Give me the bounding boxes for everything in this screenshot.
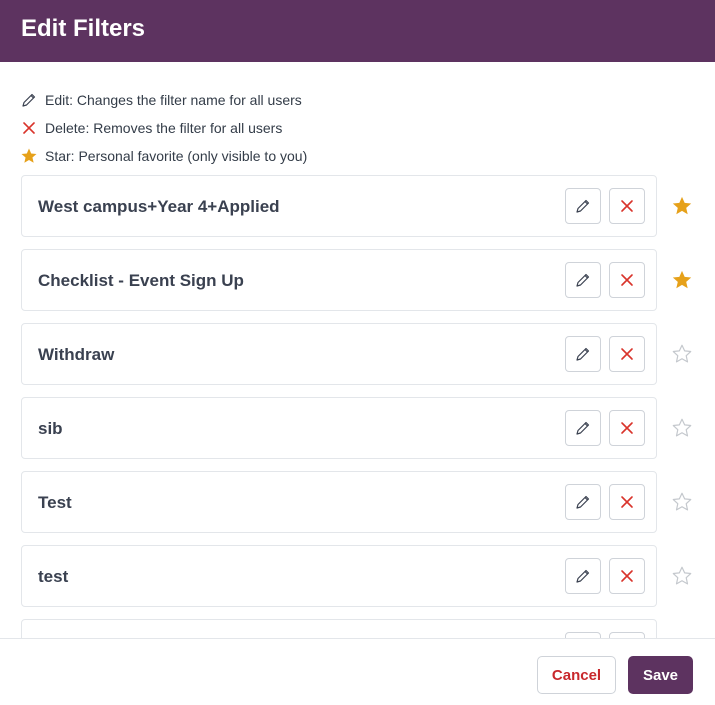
legend-text-edit: Edit: Changes the filter name for all us…	[45, 92, 302, 108]
x-icon	[620, 421, 634, 435]
edit-filter-button[interactable]	[565, 410, 601, 446]
save-button[interactable]: Save	[628, 656, 693, 694]
x-icon	[20, 119, 38, 137]
legend-item-delete: Delete: Removes the filter for all users	[20, 114, 307, 142]
pencil-icon	[575, 494, 591, 510]
filter-name: West campus+Year 4+Applied	[38, 197, 280, 216]
x-icon	[620, 495, 634, 509]
star-filled-icon[interactable]	[671, 195, 693, 217]
dialog-header: Edit Filters	[0, 0, 715, 62]
filter-row: Test	[21, 471, 715, 533]
dialog-title: Edit Filters	[21, 15, 146, 42]
edit-filter-button[interactable]	[565, 262, 601, 298]
star-outline-icon[interactable]	[671, 417, 693, 439]
pencil-icon	[575, 346, 591, 362]
filter-card: Test	[21, 471, 657, 533]
star-filled-icon[interactable]	[671, 269, 693, 291]
filter-card: test	[21, 545, 657, 607]
delete-filter-button[interactable]	[609, 484, 645, 520]
pencil-icon	[20, 91, 38, 109]
delete-filter-button[interactable]	[609, 262, 645, 298]
legend: Edit: Changes the filter name for all us…	[20, 86, 307, 170]
pencil-icon	[575, 568, 591, 584]
filter-row: Withdraw	[21, 323, 715, 385]
filter-row: West campus+Year 4+Applied	[21, 175, 715, 237]
x-icon	[620, 347, 634, 361]
legend-text-delete: Delete: Removes the filter for all users	[45, 120, 283, 136]
legend-item-edit: Edit: Changes the filter name for all us…	[20, 86, 307, 114]
edit-filter-button[interactable]	[565, 188, 601, 224]
filter-name: Test	[38, 493, 72, 512]
star-outline-icon[interactable]	[671, 343, 693, 365]
filter-card: West campus+Year 4+Applied	[21, 175, 657, 237]
pencil-icon	[575, 272, 591, 288]
filter-card: Withdraw	[21, 323, 657, 385]
pencil-icon	[575, 420, 591, 436]
x-icon	[620, 569, 634, 583]
filter-name: test	[38, 567, 69, 586]
x-icon	[620, 273, 634, 287]
star-outline-icon[interactable]	[671, 565, 693, 587]
cancel-button[interactable]: Cancel	[537, 656, 616, 694]
filter-card	[21, 619, 657, 638]
delete-filter-button[interactable]	[609, 410, 645, 446]
edit-filter-button[interactable]	[565, 336, 601, 372]
delete-filter-button[interactable]	[609, 188, 645, 224]
legend-text-star: Star: Personal favorite (only visible to…	[45, 148, 308, 164]
delete-filter-button[interactable]	[609, 558, 645, 594]
filter-name: sib	[38, 419, 63, 438]
filter-name: Withdraw	[38, 345, 115, 364]
filter-list[interactable]: West campus+Year 4+Applied Checklist - Ev…	[0, 170, 715, 638]
dialog-footer: Cancel Save	[0, 638, 715, 705]
pencil-icon	[575, 198, 591, 214]
star-filled-icon	[20, 147, 38, 165]
edit-filter-button[interactable]	[565, 484, 601, 520]
filter-row: Checklist - Event Sign Up	[21, 249, 715, 311]
filter-name: Checklist - Event Sign Up	[38, 271, 244, 290]
filter-card: sib	[21, 397, 657, 459]
edit-filter-button[interactable]	[565, 558, 601, 594]
filter-row: test	[21, 545, 715, 607]
filter-row: sib	[21, 397, 715, 459]
x-icon	[620, 199, 634, 213]
filter-card: Checklist - Event Sign Up	[21, 249, 657, 311]
delete-filter-button[interactable]	[609, 336, 645, 372]
star-outline-icon[interactable]	[671, 491, 693, 513]
filter-row	[21, 619, 715, 638]
legend-item-star: Star: Personal favorite (only visible to…	[20, 142, 307, 170]
